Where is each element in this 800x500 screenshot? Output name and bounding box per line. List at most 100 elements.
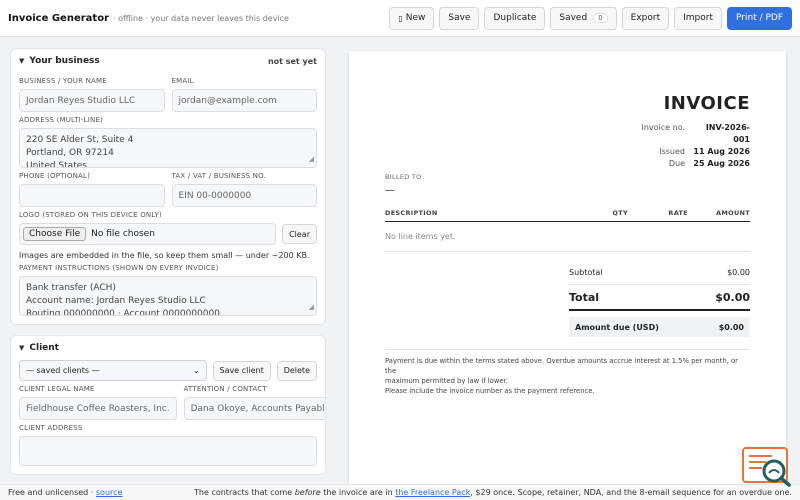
line-items-table: DESCRIPTION QTY RATE AMOUNT No line item… (385, 209, 750, 252)
note-line: Payment is due within the terms stated a… (385, 357, 738, 375)
due-value: 25 Aug 2026 (693, 159, 750, 168)
table-header: DESCRIPTION QTY RATE AMOUNT (385, 209, 750, 222)
invoice-meta: Invoice no. INV-2026-001 Issued 11 Aug 202… (625, 122, 750, 170)
address-line: Portland, OR 97214 (26, 148, 114, 158)
save-button-label: Save (448, 13, 471, 23)
address-line: 220 SE Alder St, Suite 4 (26, 135, 134, 145)
attention-label: ATTENTION / CONTACT (183, 385, 267, 393)
billed-to-label: BILLED TO (385, 173, 422, 181)
client-section-header[interactable]: ▼ Client (19, 342, 317, 354)
col-rate: RATE (668, 209, 688, 217)
amount-due-label: Amount due (USD) (575, 322, 659, 332)
freelance-pack-link[interactable]: the Freelance Pack (395, 488, 470, 497)
client-address-label: CLIENT ADDRESS (19, 424, 83, 432)
col-description: DESCRIPTION (385, 209, 438, 217)
saved-button[interactable]: Saved 0 (550, 6, 617, 30)
export-button[interactable]: Export (621, 6, 670, 30)
payment-label: PAYMENT INSTRUCTIONS (SHOWN ON EVERY INV… (19, 264, 219, 272)
subtotal-value: $0.00 (727, 268, 750, 277)
col-qty: QTY (612, 209, 628, 217)
address-textarea[interactable]: 220 SE Alder St, Suite 4 Portland, OR 97… (19, 128, 317, 168)
invoice-no-label: Invoice no. (641, 123, 685, 132)
saved-count-badge: 0 (593, 13, 608, 23)
logo-file-input[interactable]: Choose File No file chosen (19, 223, 277, 245)
new-button-label: New (405, 13, 426, 23)
col-amount: AMOUNT (716, 209, 750, 217)
chevron-down-icon: ⌄ (192, 366, 200, 375)
payment-line: Bank transfer (ACH) (26, 283, 116, 293)
delete-client-button[interactable]: Delete (276, 360, 317, 381)
invoice-heading: INVOICE (663, 93, 750, 114)
tax-input[interactable]: EIN 00-0000000 (171, 184, 317, 207)
tax-label: TAX / VAT / BUSINESS NO. (171, 172, 266, 180)
business-name-input[interactable]: Jordan Reyes Studio LLC (19, 89, 165, 112)
save-client-button[interactable]: Save client (212, 360, 271, 381)
editor-panel: ▼ Your business not set yet BUSINESS / Y… (10, 48, 326, 485)
amount-due-value: $0.00 (718, 322, 744, 332)
new-button[interactable]: ▯ New (389, 6, 435, 30)
save-button[interactable]: Save (439, 6, 480, 30)
app-subtitle: · offline · your data never leaves this … (113, 13, 289, 23)
business-section-header[interactable]: ▼ Your business not set yet (19, 55, 317, 67)
toolbar: ▯ New Save Duplicate Saved 0 Export Impo… (389, 6, 792, 30)
print-pdf-button[interactable]: Print / PDF (727, 6, 792, 30)
amount-due-row: Amount due (USD) $0.00 (569, 317, 750, 337)
saved-button-label: Saved (559, 13, 588, 23)
client-legal-label: CLIENT LEGAL NAME (19, 385, 95, 393)
caret-down-icon: ▼ (19, 57, 25, 65)
payment-line: Account name: Jordan Reyes Studio LLC (26, 296, 206, 306)
new-file-icon: ▯ (398, 13, 403, 23)
promo-prefix: The contracts that come (194, 488, 293, 497)
top-bar: Invoice Generator · offline · your data … (0, 0, 800, 37)
file-status: No file chosen (91, 229, 155, 239)
client-legal-input[interactable]: Fieldhouse Coffee Roasters, Inc. (19, 397, 177, 420)
email-label: EMAIL (171, 77, 194, 85)
totals-block: Subtotal $0.00 Total $0.00 Amount due (U… (569, 261, 750, 337)
app-title: Invoice Generator (8, 12, 110, 24)
payment-notes: Payment is due within the terms stated a… (385, 349, 750, 396)
invoice-preview: INVOICE Invoice no. INV-2026-001 Issued 11… (349, 51, 786, 491)
total-row: Total $0.00 (569, 285, 750, 311)
client-section-title: Client (29, 343, 59, 353)
business-card: ▼ Your business not set yet BUSINESS / Y… (10, 48, 326, 325)
resize-grip-icon[interactable]: ◢ (309, 153, 314, 166)
promo-mid: the invoice are in (323, 488, 393, 497)
attention-input[interactable]: Dana Okoye, Accounts Payable (183, 397, 325, 420)
email-input[interactable]: jordan@example.com (171, 89, 317, 112)
logo-hint: Images are embedded in the file, so keep… (19, 251, 310, 260)
import-button[interactable]: Import (674, 6, 722, 30)
issued-value: 11 Aug 2026 (693, 147, 750, 156)
note-line: maximum permitted by law if lower. (385, 377, 508, 385)
duplicate-button[interactable]: Duplicate (484, 6, 546, 30)
billed-to-value: — (385, 185, 395, 196)
resize-grip-icon[interactable]: ◢ (309, 301, 314, 314)
phone-label: PHONE (OPTIONAL) (19, 172, 91, 180)
import-button-label: Import (683, 13, 713, 23)
payment-textarea[interactable]: Bank transfer (ACH) Account name: Jordan… (19, 276, 317, 316)
source-link[interactable]: source (96, 488, 123, 497)
footer-left-text: Free and unlicensed · (8, 488, 94, 497)
subtotal-label: Subtotal (569, 268, 603, 277)
payment-line: Routing 000000000 · Account 0000000000 (26, 309, 220, 316)
search-document-widget[interactable] (742, 447, 792, 487)
business-name-label: BUSINESS / YOUR NAME (19, 77, 107, 85)
promo-emphasis: before (294, 488, 321, 497)
phone-input[interactable] (19, 184, 165, 207)
duplicate-button-label: Duplicate (493, 13, 537, 23)
client-address-textarea[interactable] (19, 436, 317, 466)
due-label: Due (668, 159, 685, 168)
note-line: Please include the invoice number as the… (385, 387, 595, 395)
total-value: $0.00 (715, 290, 750, 304)
export-button-label: Export (630, 13, 661, 23)
business-section-title: Your business (29, 56, 100, 66)
caret-down-icon: ▼ (19, 344, 25, 352)
promo-suffix: , $29 once. Scope, retainer, NDA, and th… (470, 488, 792, 497)
footer: Free and unlicensed · source The contrac… (0, 484, 800, 500)
empty-line-items: No line items yet. (385, 222, 750, 252)
print-pdf-button-label: Print / PDF (736, 13, 783, 23)
document-search-icon (742, 447, 791, 487)
choose-file-button[interactable]: Choose File (23, 227, 87, 241)
clear-logo-button[interactable]: Clear (282, 224, 317, 244)
subtotal-row: Subtotal $0.00 (569, 261, 750, 285)
saved-clients-select[interactable]: — saved clients — ⌄ (19, 360, 207, 381)
